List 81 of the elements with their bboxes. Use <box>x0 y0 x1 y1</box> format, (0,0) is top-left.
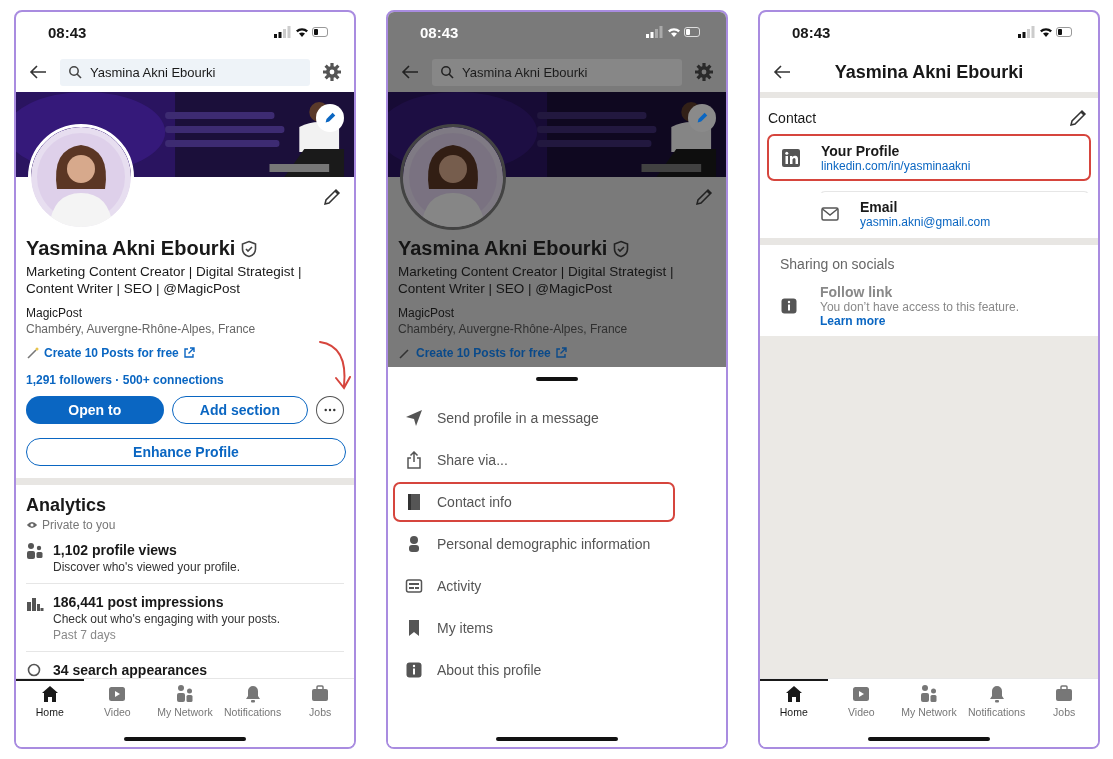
settings-icon[interactable] <box>322 62 342 82</box>
sheet-handle[interactable] <box>536 377 578 381</box>
magic-wand-icon <box>398 346 412 360</box>
stat-description: Discover who's viewed your profile. <box>53 560 241 574</box>
stat-description: Check out who's engaging with your posts. <box>53 612 281 626</box>
status-icons <box>1018 26 1074 38</box>
open-to-button[interactable]: Open to <box>26 396 164 424</box>
menu-item[interactable]: Personal demographic information <box>393 524 675 564</box>
briefcase-icon <box>310 684 331 704</box>
external-link-icon <box>554 347 567 359</box>
more-icon <box>324 408 337 412</box>
menu-item[interactable]: Send profile in a message <box>393 398 675 438</box>
nav-tab[interactable]: Video <box>83 679 152 721</box>
section-title: Analytics <box>26 495 108 516</box>
company-name: MagicPost <box>398 306 456 320</box>
video-icon <box>851 684 872 704</box>
book-icon <box>405 493 423 511</box>
profile-badge-icon <box>781 147 801 168</box>
nav-tab[interactable]: Notifications <box>962 679 1031 721</box>
nav-tab[interactable]: Jobs <box>1030 679 1098 721</box>
profile-headline: Marketing Content Creator | Digital Strategist | Content Writer | SEO | @MagicPost <box>398 263 675 297</box>
profile-headline: Marketing Content Creator | Digital Strategist | Content Writer | SEO | @MagicPost <box>26 263 303 297</box>
contact-row[interactable]: Your Profile linkedin.com/in/yasminaakni <box>767 134 1091 181</box>
info-icon <box>780 297 798 315</box>
card-icon <box>405 577 423 595</box>
people-icon <box>919 684 939 704</box>
status-icons <box>646 26 702 38</box>
add-section-button[interactable]: Add section <box>171 396 309 424</box>
search-icon <box>68 65 82 79</box>
search-field[interactable]: Yasmina Akni Ebourki <box>60 58 310 86</box>
menu-item[interactable]: Activity <box>393 566 675 606</box>
profile-name: Yasmina Akni Ebourki <box>26 237 236 260</box>
people-icon <box>26 542 44 560</box>
nav-tab[interactable]: My Network <box>151 679 219 721</box>
location-text: Chambéry, Auvergne-Rhône-Alpes, France <box>26 322 257 336</box>
menu-item[interactable]: Contact info <box>393 482 675 522</box>
stat-title[interactable]: 186,441 post impressions <box>53 594 281 610</box>
status-time: 08:43 <box>792 23 831 41</box>
settings-icon[interactable] <box>694 62 714 82</box>
location-text: Chambéry, Auvergne-Rhône-Alpes, France <box>398 322 629 336</box>
nav-tab[interactable]: My Network <box>895 679 963 721</box>
promo-link[interactable]: Create 10 Posts for free <box>44 346 179 360</box>
page-title: Yasmina Akni Ebourki <box>833 61 1025 83</box>
verified-shield-icon <box>240 239 259 258</box>
nav-tab[interactable]: Video <box>827 679 896 721</box>
more-button[interactable] <box>316 396 344 424</box>
edit-pencil-icon[interactable] <box>322 187 342 207</box>
nav-tab[interactable]: Jobs <box>286 679 354 721</box>
external-link-icon <box>182 347 195 359</box>
paper-plane-icon <box>405 409 423 427</box>
status-time: 08:43 <box>48 23 87 41</box>
stat-title[interactable]: 34 search appearances <box>53 662 208 678</box>
network-stats-link[interactable]: 1,291 followers · 500+ connections <box>26 373 344 387</box>
stat-title[interactable]: 1,102 profile views <box>53 542 241 558</box>
menu-item[interactable]: My items <box>393 608 675 648</box>
section-title: Sharing on socials <box>779 255 896 274</box>
video-icon <box>107 684 128 704</box>
enhance-profile-button[interactable]: Enhance Profile <box>26 438 346 466</box>
menu-item[interactable]: Share via... <box>393 440 675 480</box>
briefcase-icon <box>1054 684 1075 704</box>
setting-description: You don’t have access to this feature. <box>820 300 1020 314</box>
nav-tab[interactable]: Notifications <box>218 679 287 721</box>
eye-icon <box>26 519 38 531</box>
envelope-icon <box>820 204 840 224</box>
status-time: 08:43 <box>420 23 459 41</box>
profile-name: Yasmina Akni Ebourki <box>398 237 608 260</box>
search-icon <box>440 65 454 79</box>
share-icon <box>405 451 423 469</box>
company-name: MagicPost <box>26 306 84 320</box>
verified-shield-icon <box>612 239 631 258</box>
magic-wand-icon <box>26 346 40 360</box>
status-icons <box>274 26 330 38</box>
privacy-note: Private to you <box>42 518 116 532</box>
stat-period: Past 7 days <box>53 628 117 642</box>
search-field[interactable]: Yasmina Akni Ebourki <box>432 58 682 86</box>
edit-pencil-icon[interactable] <box>1068 108 1088 128</box>
setting-label: Follow link <box>820 284 894 300</box>
people-icon <box>175 684 195 704</box>
section-title: Contact <box>768 110 817 126</box>
menu-item[interactable]: About this profile <box>393 650 675 690</box>
info-icon <box>405 661 423 679</box>
